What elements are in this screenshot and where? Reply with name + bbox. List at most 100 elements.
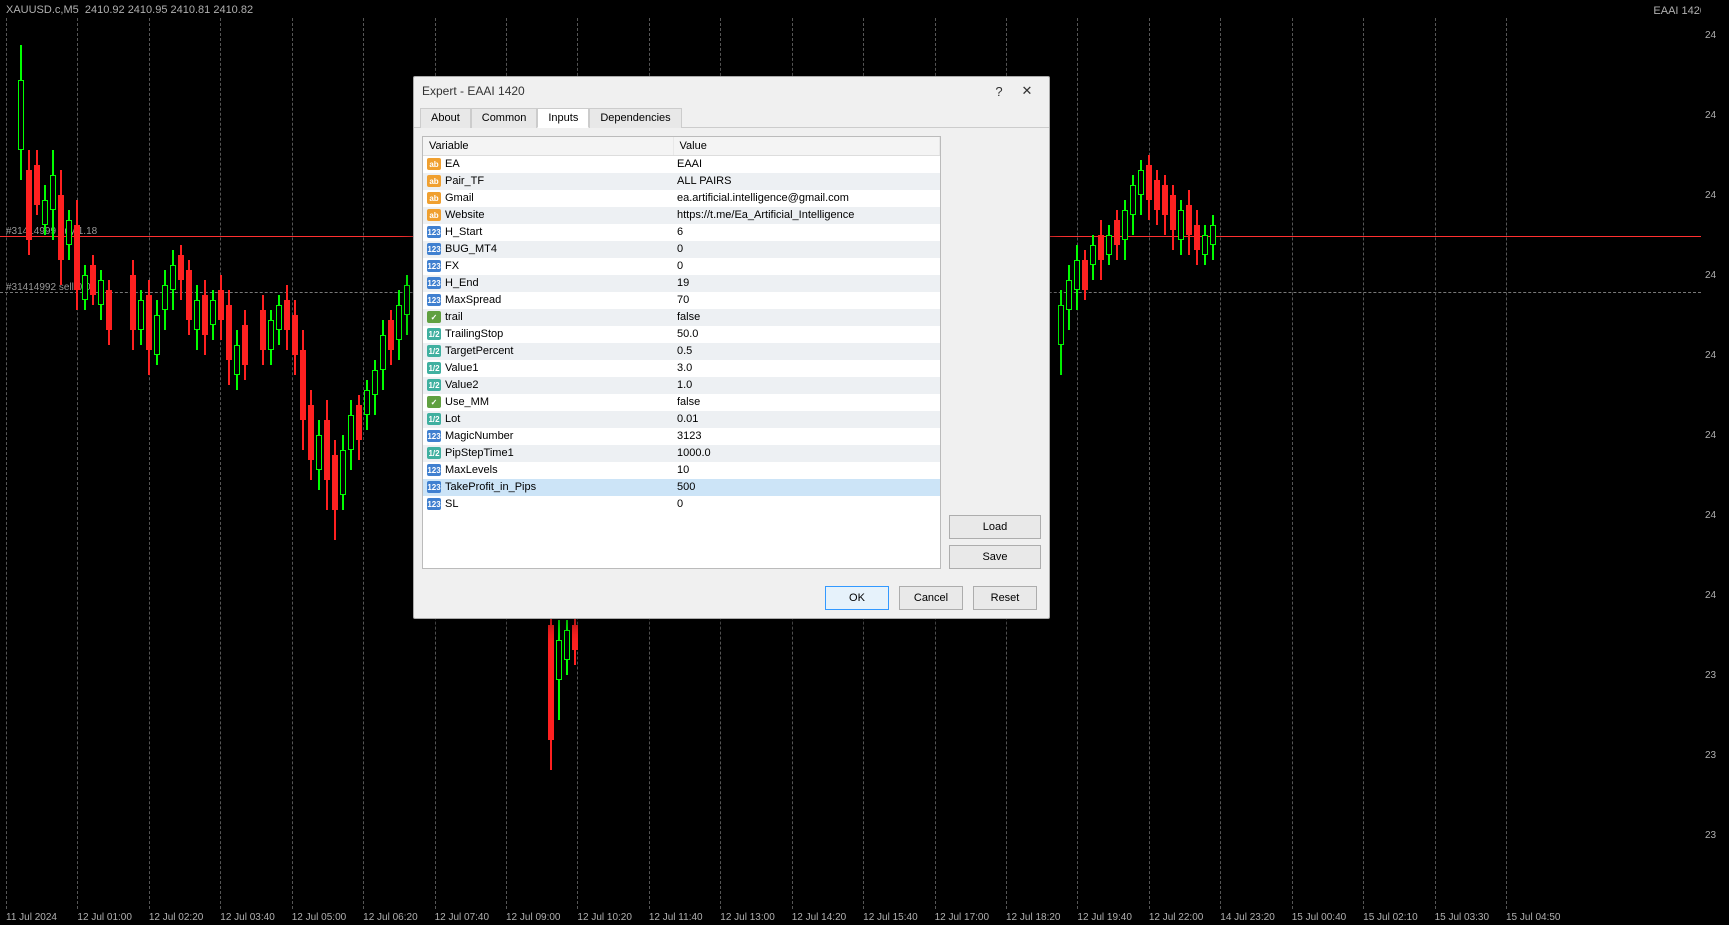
variable-value[interactable]: false [673,309,940,326]
variable-value[interactable]: 0.01 [673,411,940,428]
time-label: 12 Jul 19:40 [1077,912,1132,923]
type-icon: 1/2 [427,379,441,391]
price-tick: 24 [1705,30,1716,41]
variable-value[interactable]: 1.0 [673,377,940,394]
price-tick: 24 [1705,190,1716,201]
table-row[interactable]: ab Pair_TF ALL PAIRS [423,173,940,190]
grid-vline [1363,18,1364,909]
table-row[interactable]: 1/2Lot0.01 [423,411,940,428]
close-button[interactable]: ✕ [1013,80,1041,102]
grid-vline [149,18,150,909]
type-icon: 123 [427,430,441,442]
table-row[interactable]: abGmailea.artificial.intelligence@gmail.… [423,190,940,207]
time-label: 15 Jul 03:30 [1435,912,1490,923]
variable-value[interactable]: 50.0 [673,326,940,343]
type-icon: 123 [427,260,441,272]
variable-name: PipStepTime1 [445,447,514,459]
type-icon: 123 [427,277,441,289]
type-icon: ✓ [427,311,441,323]
table-row[interactable]: ✓Use_MMfalse [423,394,940,411]
variable-name: Pair_TF [445,175,484,187]
price-tick: 23 [1705,830,1716,841]
table-row[interactable]: 123H_End19 [423,275,940,292]
dialog-tabstrip: About Common Inputs Dependencies [414,105,1049,128]
variable-value[interactable]: 19 [673,275,940,292]
table-row[interactable]: ✓trailfalse [423,309,940,326]
table-row[interactable]: 123SL0 [423,496,940,513]
time-label: 12 Jul 05:00 [292,912,347,923]
time-label: 12 Jul 13:00 [720,912,775,923]
variable-value[interactable]: ALL PAIRS [673,173,940,190]
time-label: 12 Jul 03:40 [220,912,275,923]
variable-value[interactable]: 3123 [673,428,940,445]
type-icon: ab [427,175,441,187]
reset-button[interactable]: Reset [973,586,1037,610]
type-icon: 1/2 [427,362,441,374]
ok-button[interactable]: OK [825,586,889,610]
help-button[interactable]: ? [985,80,1013,102]
table-row[interactable]: 123BUG_MT40 [423,241,940,258]
time-label: 12 Jul 17:00 [935,912,990,923]
load-button[interactable]: Load [949,515,1041,539]
table-row[interactable]: 123MagicNumber3123 [423,428,940,445]
table-row[interactable]: 1/2Value21.0 [423,377,940,394]
table-row[interactable]: 123MaxLevels10 [423,462,940,479]
column-value[interactable]: Value [673,137,940,156]
grid-vline [1292,18,1293,909]
price-tick: 23 [1705,670,1716,681]
grid-vline [1506,18,1507,909]
variable-value[interactable]: 70 [673,292,940,309]
time-label: 12 Jul 06:20 [363,912,418,923]
table-row[interactable]: abEAEAAI [423,156,940,173]
tab-inputs[interactable]: Inputs [537,108,589,128]
variable-value[interactable]: EAAI [673,156,940,173]
tab-dependencies[interactable]: Dependencies [589,108,681,128]
table-row[interactable]: 123 FX 0 [423,258,940,275]
grid-vline [1077,18,1078,909]
grid-vline [6,18,7,909]
variable-value[interactable]: 1000.0 [673,445,940,462]
variable-value[interactable]: 0.5 [673,343,940,360]
table-row[interactable]: 1/2PipStepTime11000.0 [423,445,940,462]
type-icon: 123 [427,294,441,306]
cancel-button[interactable]: Cancel [899,586,963,610]
variable-value[interactable]: 500 [673,479,940,496]
grid-vline [77,18,78,909]
time-label: 12 Jul 11:40 [649,912,703,923]
variable-name: H_Start [445,226,482,238]
variable-value[interactable]: 0 [673,496,940,513]
expert-properties-dialog: Expert - EAAI 1420 ? ✕ About Common Inpu… [413,76,1050,619]
variable-value[interactable]: 0 [673,258,940,275]
column-variable[interactable]: Variable [423,137,673,156]
grid-vline [220,18,221,909]
table-row[interactable]: 1/2Value13.0 [423,360,940,377]
inputs-table[interactable]: Variable Value ab EA EAAI ab Pair_TF ALL PAIR… [422,136,941,569]
dialog-titlebar[interactable]: Expert - EAAI 1420 ? ✕ [414,77,1049,105]
table-row[interactable]: 1/2TrailingStop50.0 [423,326,940,343]
variable-value[interactable]: 6 [673,224,940,241]
table-row[interactable]: 123H_Start6 [423,224,940,241]
variable-name: BUG_MT4 [445,243,497,255]
table-row[interactable]: 1/2TargetPercent0.5 [423,343,940,360]
variable-value[interactable]: 3.0 [673,360,940,377]
variable-value[interactable]: ea.artificial.intelligence@gmail.com [673,190,940,207]
variable-name: TakeProfit_in_Pips [445,481,536,493]
type-icon: ab [427,192,441,204]
time-label: 15 Jul 00:40 [1292,912,1347,923]
table-row[interactable]: abWebsitehttps://t.me/Ea_Artificial_Inte… [423,207,940,224]
time-label: 12 Jul 22:00 [1149,912,1204,923]
tab-common[interactable]: Common [471,108,538,128]
variable-value[interactable]: https://t.me/Ea_Artificial_Intelligence [673,207,940,224]
table-row[interactable]: 123MaxSpread70 [423,292,940,309]
variable-name: Lot [445,413,460,425]
type-icon: 123 [427,464,441,476]
save-button[interactable]: Save [949,545,1041,569]
table-row[interactable]: 123TakeProfit_in_Pips500 [423,479,940,496]
tab-about[interactable]: About [420,108,471,128]
variable-name: FX [445,260,459,272]
variable-name: EA [445,158,460,170]
type-icon: 1/2 [427,328,441,340]
variable-value[interactable]: 10 [673,462,940,479]
variable-value[interactable]: false [673,394,940,411]
variable-value[interactable]: 0 [673,241,940,258]
